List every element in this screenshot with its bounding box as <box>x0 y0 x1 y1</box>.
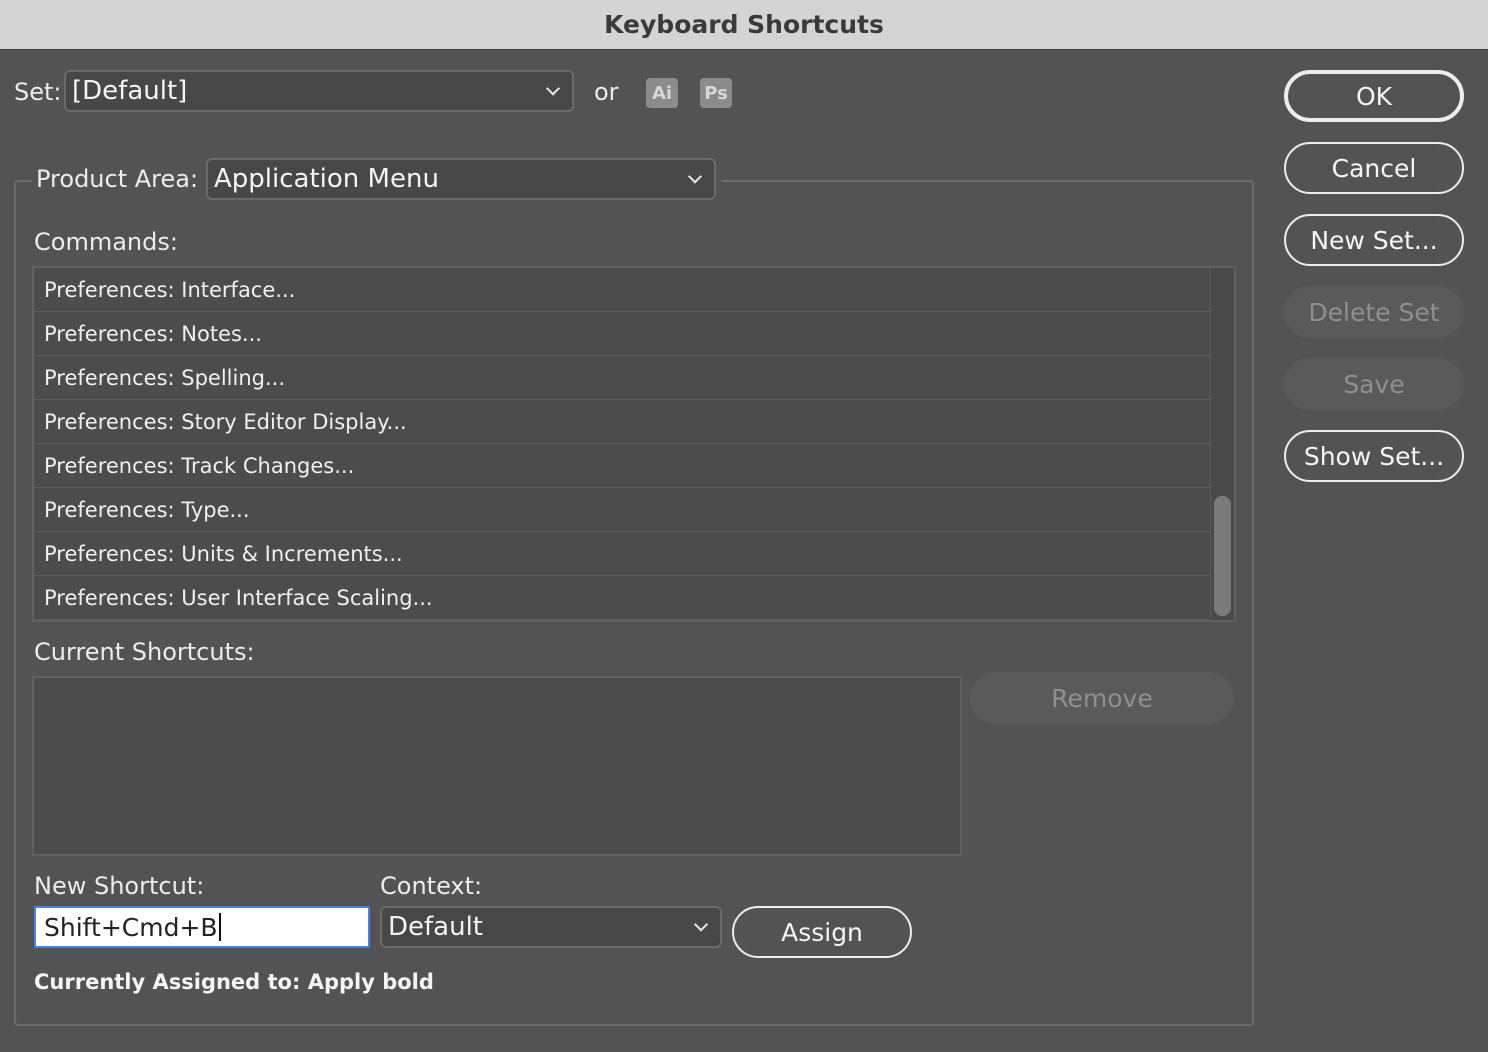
set-dropdown[interactable]: [Default] <box>64 70 574 112</box>
delete-set-button[interactable]: Delete Set <box>1284 286 1464 338</box>
current-shortcuts-label: Current Shortcuts: <box>34 638 255 666</box>
chevron-down-icon <box>687 169 703 184</box>
list-item[interactable]: Preferences: User Interface Scaling... <box>34 576 1210 620</box>
list-item[interactable]: Preferences: Notes... <box>34 312 1210 356</box>
set-value: [Default] <box>72 76 188 106</box>
or-label: or <box>594 78 619 106</box>
commands-label: Commands: <box>34 228 178 256</box>
list-item[interactable]: Preferences: Interface... <box>34 268 1210 312</box>
set-label: Set: <box>14 78 62 106</box>
product-area-label: Product Area: <box>36 165 199 193</box>
cancel-button[interactable]: Cancel <box>1284 142 1464 194</box>
remove-button[interactable]: Remove <box>970 672 1234 724</box>
new-set-button[interactable]: New Set... <box>1284 214 1464 266</box>
scrollbar-thumb[interactable] <box>1214 496 1231 616</box>
photoshop-set-icon[interactable]: Ps <box>700 78 732 108</box>
context-value: Default <box>388 912 483 942</box>
chevron-down-icon <box>693 917 709 932</box>
commands-scrollbar[interactable] <box>1210 268 1234 620</box>
ok-button[interactable]: OK <box>1284 70 1464 122</box>
commands-list[interactable]: Preferences: Interface... Preferences: N… <box>32 266 1236 622</box>
product-area-value: Application Menu <box>214 164 439 194</box>
list-item[interactable]: Preferences: Type... <box>34 488 1210 532</box>
context-label: Context: <box>380 872 483 900</box>
currently-assigned-text: Currently Assigned to: Apply bold <box>34 970 434 994</box>
product-area-dropdown[interactable]: Application Menu <box>206 158 716 200</box>
new-shortcut-input[interactable]: Shift+Cmd+B <box>34 906 370 948</box>
show-set-button[interactable]: Show Set... <box>1284 430 1464 482</box>
illustrator-set-icon[interactable]: Ai <box>646 78 678 108</box>
current-shortcuts-list[interactable] <box>32 676 962 856</box>
assign-button[interactable]: Assign <box>732 906 912 958</box>
list-item[interactable]: Preferences: Track Changes... <box>34 444 1210 488</box>
chevron-down-icon <box>545 81 561 96</box>
list-item[interactable]: Preferences: Units & Increments... <box>34 532 1210 576</box>
list-item[interactable]: Preferences: Story Editor Display... <box>34 400 1210 444</box>
text-caret <box>218 913 221 941</box>
save-button[interactable]: Save <box>1284 358 1464 410</box>
context-dropdown[interactable]: Default <box>380 906 722 948</box>
new-shortcut-value: Shift+Cmd+B <box>44 912 218 942</box>
list-item[interactable]: Preferences: Spelling... <box>34 356 1210 400</box>
window-title: Keyboard Shortcuts <box>0 0 1488 50</box>
new-shortcut-label: New Shortcut: <box>34 872 205 900</box>
